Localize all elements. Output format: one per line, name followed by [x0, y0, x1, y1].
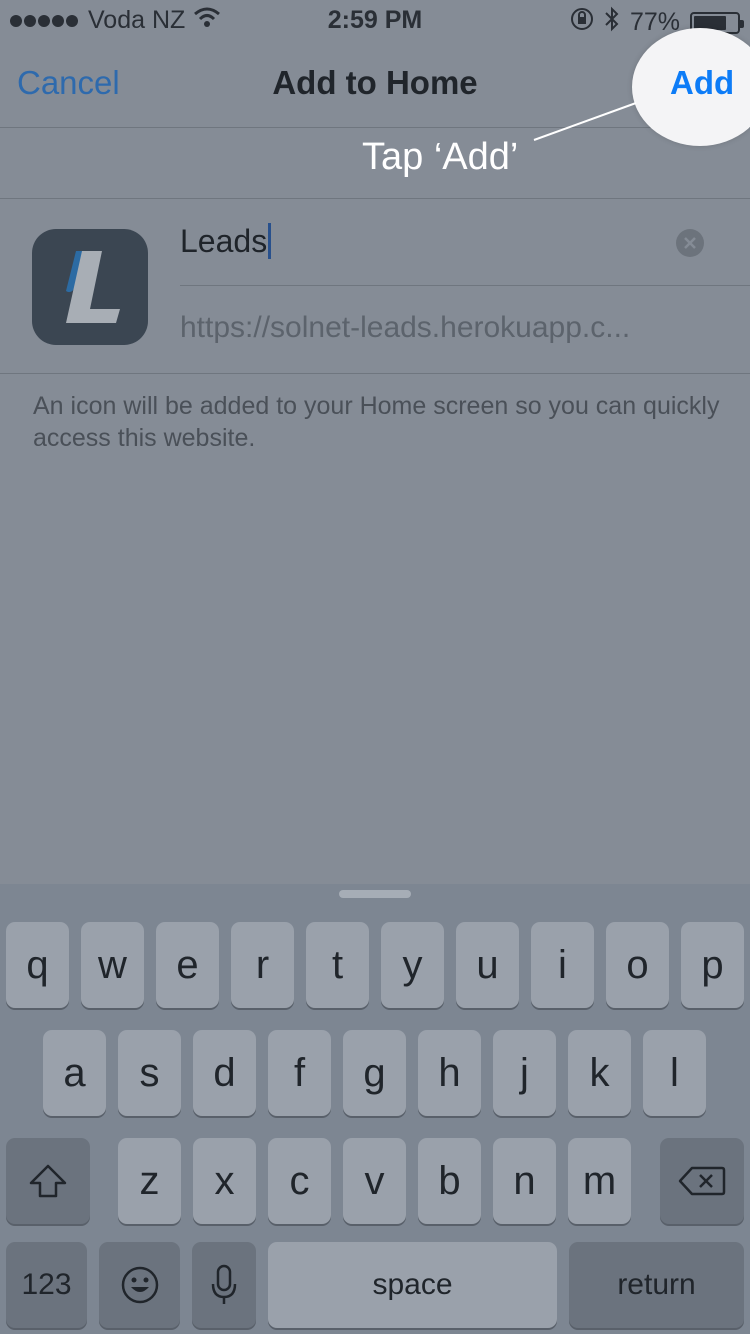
key-y[interactable]: y — [381, 922, 444, 1008]
clear-icon[interactable] — [676, 229, 704, 257]
key-u[interactable]: u — [456, 922, 519, 1008]
app-icon — [32, 229, 148, 345]
key-o[interactable]: o — [606, 922, 669, 1008]
key-g[interactable]: g — [343, 1030, 406, 1116]
key-l[interactable]: l — [643, 1030, 706, 1116]
name-field[interactable]: Leads — [180, 199, 750, 286]
add-to-home-form: Leads https://solnet-leads.herokuapp.c..… — [0, 198, 750, 374]
return-key[interactable]: return — [569, 1242, 744, 1328]
space-key-label: space — [372, 1268, 453, 1301]
key-i[interactable]: i — [531, 922, 594, 1008]
key-w[interactable]: w — [81, 922, 144, 1008]
key-n[interactable]: n — [493, 1138, 556, 1224]
key-p[interactable]: p — [681, 922, 744, 1008]
key-r[interactable]: r — [231, 922, 294, 1008]
key-s[interactable]: s — [118, 1030, 181, 1116]
delete-key[interactable] — [660, 1138, 744, 1224]
shift-icon — [29, 1164, 67, 1198]
keyboard: q w e r t y u i o p a s d f g h j k l z … — [0, 884, 750, 1334]
key-t[interactable]: t — [306, 922, 369, 1008]
callout-text: Tap ‘Add’ — [362, 136, 519, 178]
url-value: https://solnet-leads.herokuapp.c... — [180, 311, 631, 344]
numbers-key-label: 123 — [21, 1268, 72, 1301]
key-d[interactable]: d — [193, 1030, 256, 1116]
key-a[interactable]: a — [43, 1030, 106, 1116]
key-q[interactable]: q — [6, 922, 69, 1008]
dictation-key[interactable] — [192, 1242, 256, 1328]
key-c[interactable]: c — [268, 1138, 331, 1224]
text-cursor — [268, 223, 272, 259]
return-key-label: return — [617, 1268, 696, 1301]
shift-key[interactable] — [6, 1138, 90, 1224]
info-text: An icon will be added to your Home scree… — [33, 392, 720, 452]
leads-logo-icon — [66, 251, 120, 323]
key-b[interactable]: b — [418, 1138, 481, 1224]
backspace-icon — [678, 1166, 726, 1196]
key-k[interactable]: k — [568, 1030, 631, 1116]
key-e[interactable]: e — [156, 922, 219, 1008]
key-v[interactable]: v — [343, 1138, 406, 1224]
microphone-icon — [211, 1264, 237, 1304]
emoji-icon — [121, 1266, 158, 1304]
key-x[interactable]: x — [193, 1138, 256, 1224]
name-value: Leads — [180, 223, 268, 259]
emoji-key[interactable] — [99, 1242, 180, 1328]
space-key[interactable]: space — [268, 1242, 557, 1328]
key-j[interactable]: j — [493, 1030, 556, 1116]
key-f[interactable]: f — [268, 1030, 331, 1116]
numbers-key[interactable]: 123 — [6, 1242, 87, 1328]
key-h[interactable]: h — [418, 1030, 481, 1116]
keyboard-handle — [339, 890, 411, 898]
key-z[interactable]: z — [118, 1138, 181, 1224]
key-m[interactable]: m — [568, 1138, 631, 1224]
